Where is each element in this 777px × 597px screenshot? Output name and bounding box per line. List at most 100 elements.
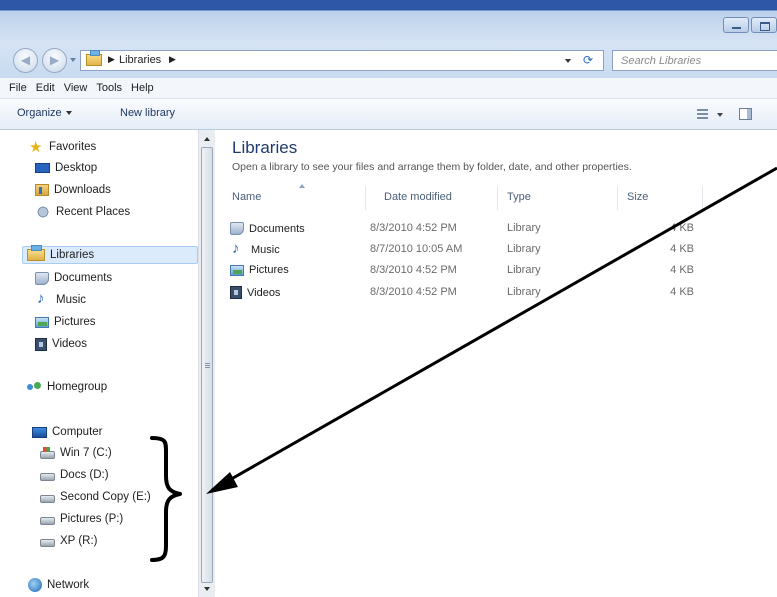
favorites-star-icon [28, 138, 44, 156]
scrollbar-grip-icon [205, 363, 210, 369]
nav-recent-places[interactable]: Recent Places [35, 203, 130, 221]
libraries-icon [27, 245, 45, 261]
videos-icon [230, 286, 242, 299]
organize-button[interactable]: Organize [17, 107, 72, 119]
nav-library-documents[interactable]: Documents [35, 269, 112, 287]
nav-drive-d[interactable]: Docs (D:) [40, 466, 109, 484]
back-button[interactable]: ◀ [13, 48, 38, 73]
file-row-pictures[interactable]: Pictures 8/3/2010 4:52 PM Library 4 KB [230, 261, 770, 281]
navigation-pane: Favorites Desktop Downloads Recent Place… [0, 130, 198, 597]
documents-icon [230, 222, 244, 235]
scroll-up-arrow-icon[interactable] [204, 137, 210, 141]
music-icon [35, 290, 51, 307]
command-bar: Organize New library [0, 99, 777, 130]
file-list-pane: Libraries Open a library to see your fil… [215, 130, 777, 597]
column-divider[interactable] [365, 186, 366, 210]
file-name-cell: Pictures [230, 264, 289, 276]
nav-drive-c-label: Win 7 (C:) [60, 447, 112, 459]
change-view-icon[interactable] [697, 109, 708, 119]
minimize-button[interactable] [723, 17, 749, 33]
column-divider[interactable] [617, 186, 618, 210]
videos-icon [35, 337, 47, 351]
recent-places-icon [35, 205, 51, 219]
breadcrumb-libraries[interactable]: Libraries [119, 54, 161, 66]
preview-pane-icon[interactable] [739, 108, 752, 120]
menu-tools[interactable]: Tools [93, 78, 125, 98]
nav-library-pictures[interactable]: Pictures [35, 313, 96, 331]
nav-downloads[interactable]: Downloads [35, 181, 111, 199]
nav-homegroup[interactable]: Homegroup [26, 378, 107, 396]
nav-favorites[interactable]: Favorites [28, 138, 96, 156]
nav-drive-e[interactable]: Second Copy (E:) [40, 488, 151, 506]
nav-library-documents-label: Documents [54, 272, 113, 284]
address-row: ◀ ▶ ▶ Libraries ▶ ⟳ [0, 42, 777, 78]
menu-view[interactable]: View [61, 78, 91, 98]
search-input[interactable] [613, 51, 777, 70]
column-header-name[interactable]: Name [232, 191, 261, 203]
nav-desktop-label: Desktop [55, 162, 98, 174]
column-divider[interactable] [497, 186, 498, 210]
view-options-dropdown-icon[interactable] [717, 113, 723, 117]
homegroup-icon [26, 380, 42, 394]
search-box[interactable] [612, 50, 777, 71]
maximize-button[interactable] [751, 17, 777, 33]
nav-library-music-label: Music [56, 294, 87, 306]
windows-drive-icon [40, 447, 55, 459]
file-type: Library [507, 243, 541, 255]
breadcrumb-chevron-icon[interactable]: ▶ [108, 54, 115, 65]
file-name: Pictures [249, 264, 289, 276]
nav-drive-r-label: XP (R:) [60, 535, 98, 547]
nav-computer-label: Computer [52, 426, 103, 438]
new-library-button[interactable]: New library [120, 107, 175, 119]
column-header-type[interactable]: Type [507, 191, 531, 203]
scrollbar-thumb[interactable] [201, 147, 213, 583]
hard-drive-icon [40, 495, 55, 503]
page-title: Libraries [232, 138, 298, 157]
back-arrow-icon: ◀ [20, 53, 31, 67]
file-row-music[interactable]: Music 8/7/2010 10:05 AM Library 4 KB [230, 240, 770, 260]
nav-library-music[interactable]: Music [35, 290, 87, 309]
nav-desktop[interactable]: Desktop [35, 159, 97, 177]
organize-label: Organize [17, 107, 62, 119]
nav-homegroup-label: Homegroup [47, 381, 108, 393]
computer-icon [32, 426, 47, 438]
nav-computer[interactable]: Computer [32, 423, 103, 441]
nav-libraries[interactable]: Libraries [22, 245, 198, 264]
refresh-icon[interactable]: ⟳ [577, 53, 599, 68]
breadcrumb-chevron-icon[interactable]: ▶ [169, 54, 176, 65]
nav-library-videos[interactable]: Videos [35, 335, 87, 353]
nav-library-videos-label: Videos [52, 338, 87, 350]
file-row-videos[interactable]: Videos 8/3/2010 4:52 PM Library 4 KB [230, 283, 770, 303]
window-controls [721, 17, 777, 33]
nav-drive-p[interactable]: Pictures (P:) [40, 510, 123, 528]
pictures-icon [230, 264, 244, 276]
music-icon [230, 240, 246, 257]
nav-drive-c[interactable]: Win 7 (C:) [40, 444, 112, 462]
menu-help[interactable]: Help [128, 78, 157, 98]
nav-drive-d-label: Docs (D:) [60, 469, 109, 481]
libraries-folder-icon [86, 50, 102, 66]
nav-drive-r[interactable]: XP (R:) [40, 532, 98, 550]
address-history-dropdown-icon[interactable] [565, 59, 571, 63]
menu-file[interactable]: File [6, 78, 30, 98]
column-header-date-modified[interactable]: Date modified [384, 191, 452, 203]
nav-network[interactable]: Network [28, 576, 89, 594]
file-name-cell: Documents [230, 222, 305, 235]
file-date: 8/3/2010 4:52 PM [370, 264, 457, 276]
library-description: Open a library to see your files and arr… [232, 161, 632, 173]
recent-pages-dropdown-icon[interactable] [70, 58, 76, 62]
sort-ascending-icon [299, 184, 305, 188]
file-row-documents[interactable]: Documents 8/3/2010 4:52 PM Library 4 KB [230, 219, 770, 239]
forward-button[interactable]: ▶ [42, 48, 67, 73]
pictures-icon [35, 316, 49, 328]
column-header-size[interactable]: Size [627, 191, 648, 203]
navigation-scrollbar[interactable] [198, 130, 215, 597]
hard-drive-icon [40, 517, 55, 525]
scroll-down-arrow-icon[interactable] [204, 587, 210, 591]
menu-edit[interactable]: Edit [33, 78, 58, 98]
nav-downloads-label: Downloads [54, 184, 111, 196]
hard-drive-icon [40, 539, 55, 547]
nav-drive-e-label: Second Copy (E:) [60, 491, 151, 503]
column-divider[interactable] [702, 186, 703, 210]
address-bar[interactable]: ▶ Libraries ▶ ⟳ [80, 50, 604, 71]
